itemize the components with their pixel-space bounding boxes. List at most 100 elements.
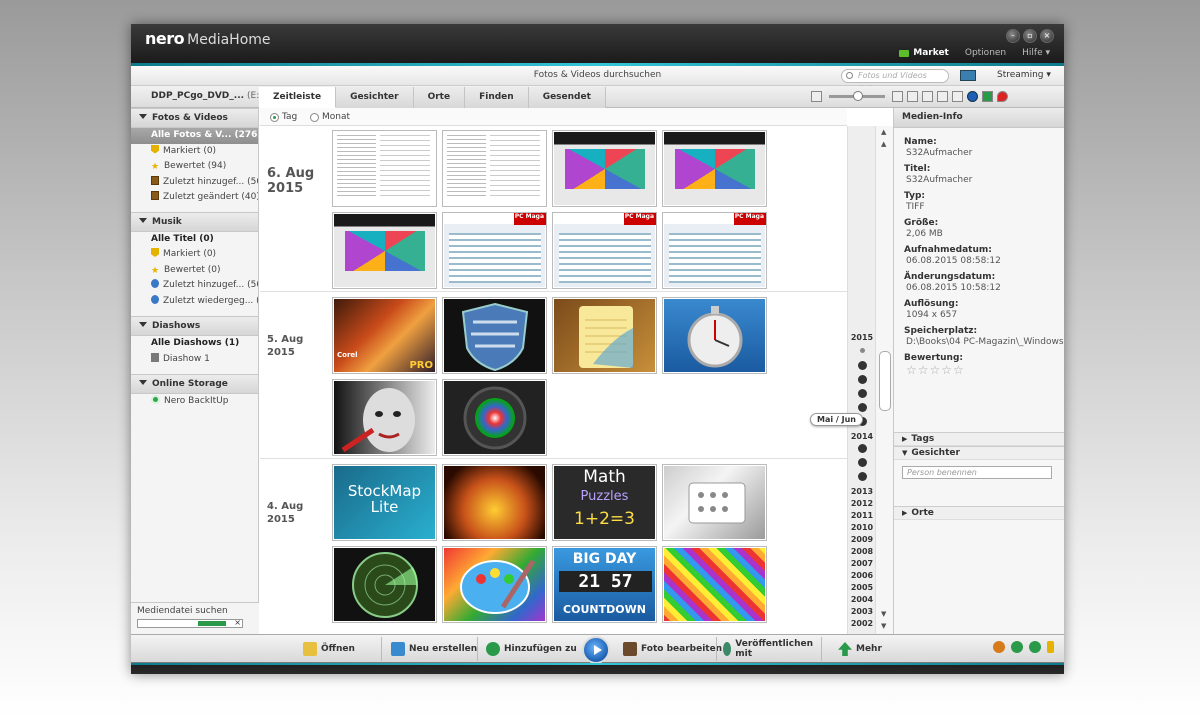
list-view-icon[interactable] bbox=[922, 91, 933, 102]
person-name-input[interactable]: Person benennen bbox=[902, 466, 1052, 479]
scroll-up-icon[interactable]: ▲ bbox=[881, 140, 886, 148]
year-label[interactable]: 2008 bbox=[848, 547, 876, 556]
rotate-left-icon[interactable] bbox=[1011, 641, 1023, 653]
photo-thumbnail[interactable]: PC Maga bbox=[662, 212, 767, 289]
streaming-menu[interactable]: Streaming ▾ bbox=[997, 70, 1051, 80]
zoom-slider-knob[interactable] bbox=[853, 91, 863, 101]
sidebar-item-slideshow-1[interactable]: Diashow 1 bbox=[131, 352, 258, 368]
photo-thumbnail[interactable] bbox=[662, 546, 767, 623]
sidebar-item-recently-changed[interactable]: Zuletzt geändert (40) bbox=[131, 190, 258, 206]
options-menu[interactable]: Optionen bbox=[965, 48, 1006, 58]
sidebar-item-music-marked[interactable]: Markiert (0) bbox=[131, 247, 258, 263]
year-label[interactable]: 2002 bbox=[848, 619, 876, 628]
year-label[interactable]: 2011 bbox=[848, 511, 876, 520]
photo-thumbnail[interactable] bbox=[552, 130, 657, 207]
search-input[interactable]: Fotos und Videos suc... bbox=[841, 69, 949, 92]
month-dot[interactable] bbox=[860, 348, 865, 353]
market-link[interactable]: Market bbox=[899, 48, 949, 58]
rating-stars[interactable]: ☆☆☆☆☆ bbox=[904, 363, 1064, 377]
year-label[interactable]: 2007 bbox=[848, 559, 876, 568]
open-button[interactable]: Öffnen bbox=[303, 638, 355, 660]
tab-find[interactable]: Finden bbox=[465, 87, 529, 108]
sidebar-item-backitup[interactable]: Nero BackItUp bbox=[131, 394, 258, 410]
photo-thumbnail[interactable]: PC Maga bbox=[442, 212, 547, 289]
vertical-scrollbar[interactable]: ▲ ▲ ▼ ▼ bbox=[875, 126, 893, 634]
cancel-icon[interactable]: × bbox=[234, 618, 241, 627]
photo-thumbnail[interactable] bbox=[442, 546, 547, 623]
photo-thumbnail[interactable] bbox=[442, 464, 547, 541]
scroll-bottom-icon[interactable]: ▼ bbox=[881, 622, 886, 630]
large-thumbnail-icon[interactable] bbox=[892, 91, 903, 102]
sidebar-item-recently-added[interactable]: Zuletzt hinzugef... (500) bbox=[131, 175, 258, 191]
photo-thumbnail[interactable] bbox=[662, 130, 767, 207]
maximize-icon[interactable]: ▫ bbox=[1023, 29, 1037, 43]
scroll-top-icon[interactable]: ▲ bbox=[881, 128, 886, 136]
scroll-thumb[interactable] bbox=[879, 351, 891, 411]
add-to-button[interactable]: Hinzufügen zu bbox=[486, 638, 577, 660]
minimize-icon[interactable]: – bbox=[1006, 29, 1020, 43]
sidebar-item-music-recent[interactable]: Zuletzt hinzugef... (500) bbox=[131, 278, 258, 294]
year-label[interactable]: 2012 bbox=[848, 499, 876, 508]
sidebar-item-all-tracks[interactable]: Alle Titel (0) bbox=[131, 232, 258, 248]
location-pin-icon[interactable] bbox=[997, 91, 1008, 102]
sidebar-item-all-photos[interactable]: Alle Fotos & V... (276164) bbox=[131, 128, 258, 144]
year-label[interactable]: 2013 bbox=[848, 487, 876, 496]
year-label[interactable]: 2010 bbox=[848, 523, 876, 532]
publish-button[interactable]: Veröffentlichen mit bbox=[723, 638, 813, 660]
create-button[interactable]: Neu erstellen bbox=[391, 638, 477, 660]
photo-thumbnail[interactable] bbox=[552, 297, 657, 374]
section-photos-videos[interactable]: Fotos & Videos bbox=[131, 108, 258, 128]
sidebar-item-rated[interactable]: ★ Bewertet (94) bbox=[131, 159, 258, 175]
photo-thumbnail[interactable]: StockMap Lite bbox=[332, 464, 437, 541]
sidebar-item-marked[interactable]: Markiert (0) bbox=[131, 144, 258, 160]
radio-day[interactable]: Tag bbox=[270, 112, 297, 122]
photo-thumbnail[interactable] bbox=[332, 130, 437, 207]
grid-view-icon[interactable] bbox=[907, 91, 918, 102]
close-icon[interactable]: × bbox=[1040, 29, 1054, 43]
year-label[interactable]: 2009 bbox=[848, 535, 876, 544]
month-dot[interactable] bbox=[858, 403, 867, 412]
photo-thumbnail[interactable] bbox=[332, 379, 437, 456]
photo-thumbnail[interactable] bbox=[332, 212, 437, 289]
rotate-right-icon[interactable] bbox=[1029, 641, 1041, 653]
month-dot[interactable] bbox=[858, 472, 867, 481]
sidebar-item-music-played[interactable]: Zuletzt wiedergeg... (0) bbox=[131, 294, 258, 310]
month-dot[interactable] bbox=[858, 361, 867, 370]
help-menu[interactable]: Hilfe ▾ bbox=[1022, 48, 1050, 58]
photo-thumbnail[interactable]: PRO Corel bbox=[332, 297, 437, 374]
year-label[interactable]: 2014 bbox=[848, 432, 876, 441]
year-label[interactable]: 2006 bbox=[848, 571, 876, 580]
section-slideshows[interactable]: Diashows bbox=[131, 316, 258, 336]
month-dot[interactable] bbox=[858, 458, 867, 467]
month-dot[interactable] bbox=[858, 375, 867, 384]
more-button[interactable]: Mehr bbox=[838, 638, 882, 660]
photo-thumbnail[interactable] bbox=[662, 297, 767, 374]
rotate-icon[interactable] bbox=[937, 91, 948, 102]
photo-thumbnail[interactable] bbox=[442, 297, 547, 374]
tab-timeline[interactable]: Zeitleiste bbox=[259, 87, 337, 108]
year-label[interactable]: 2003 bbox=[848, 607, 876, 616]
zoom-slider[interactable] bbox=[829, 91, 885, 101]
photo-thumbnail[interactable]: BIG DAY 21 57 COUNTDOWN bbox=[552, 546, 657, 623]
sidebar-item-music-rated[interactable]: ★ Bewertet (0) bbox=[131, 263, 258, 279]
radio-month[interactable]: Monat bbox=[310, 112, 350, 122]
tab-places[interactable]: Orte bbox=[413, 87, 466, 108]
photo-thumbnail[interactable]: Math Puzzles 1+2=3 bbox=[552, 464, 657, 541]
paint-icon[interactable] bbox=[993, 641, 1005, 653]
info-icon[interactable] bbox=[967, 91, 978, 102]
section-music[interactable]: Musik bbox=[131, 211, 258, 232]
photo-thumbnail[interactable]: PC Maga bbox=[552, 212, 657, 289]
year-label[interactable]: 2015 bbox=[848, 333, 876, 342]
section-tags[interactable]: ▶ Tags bbox=[894, 432, 1064, 446]
year-timeline[interactable]: 2015 2014 2013 2012 2011 2010 2009 2008 … bbox=[847, 126, 875, 634]
sort-icon[interactable] bbox=[952, 91, 963, 102]
photo-thumbnail[interactable] bbox=[662, 464, 767, 541]
face-tag-icon[interactable] bbox=[982, 91, 993, 102]
small-thumbnail-icon[interactable] bbox=[811, 91, 822, 102]
year-label[interactable]: 2004 bbox=[848, 595, 876, 604]
monitor-icon[interactable] bbox=[960, 70, 976, 81]
tag-icon[interactable] bbox=[1047, 641, 1054, 653]
tab-sent[interactable]: Gesendet bbox=[528, 87, 606, 108]
scroll-down-icon[interactable]: ▼ bbox=[881, 610, 886, 618]
photo-thumbnail[interactable] bbox=[442, 130, 547, 207]
